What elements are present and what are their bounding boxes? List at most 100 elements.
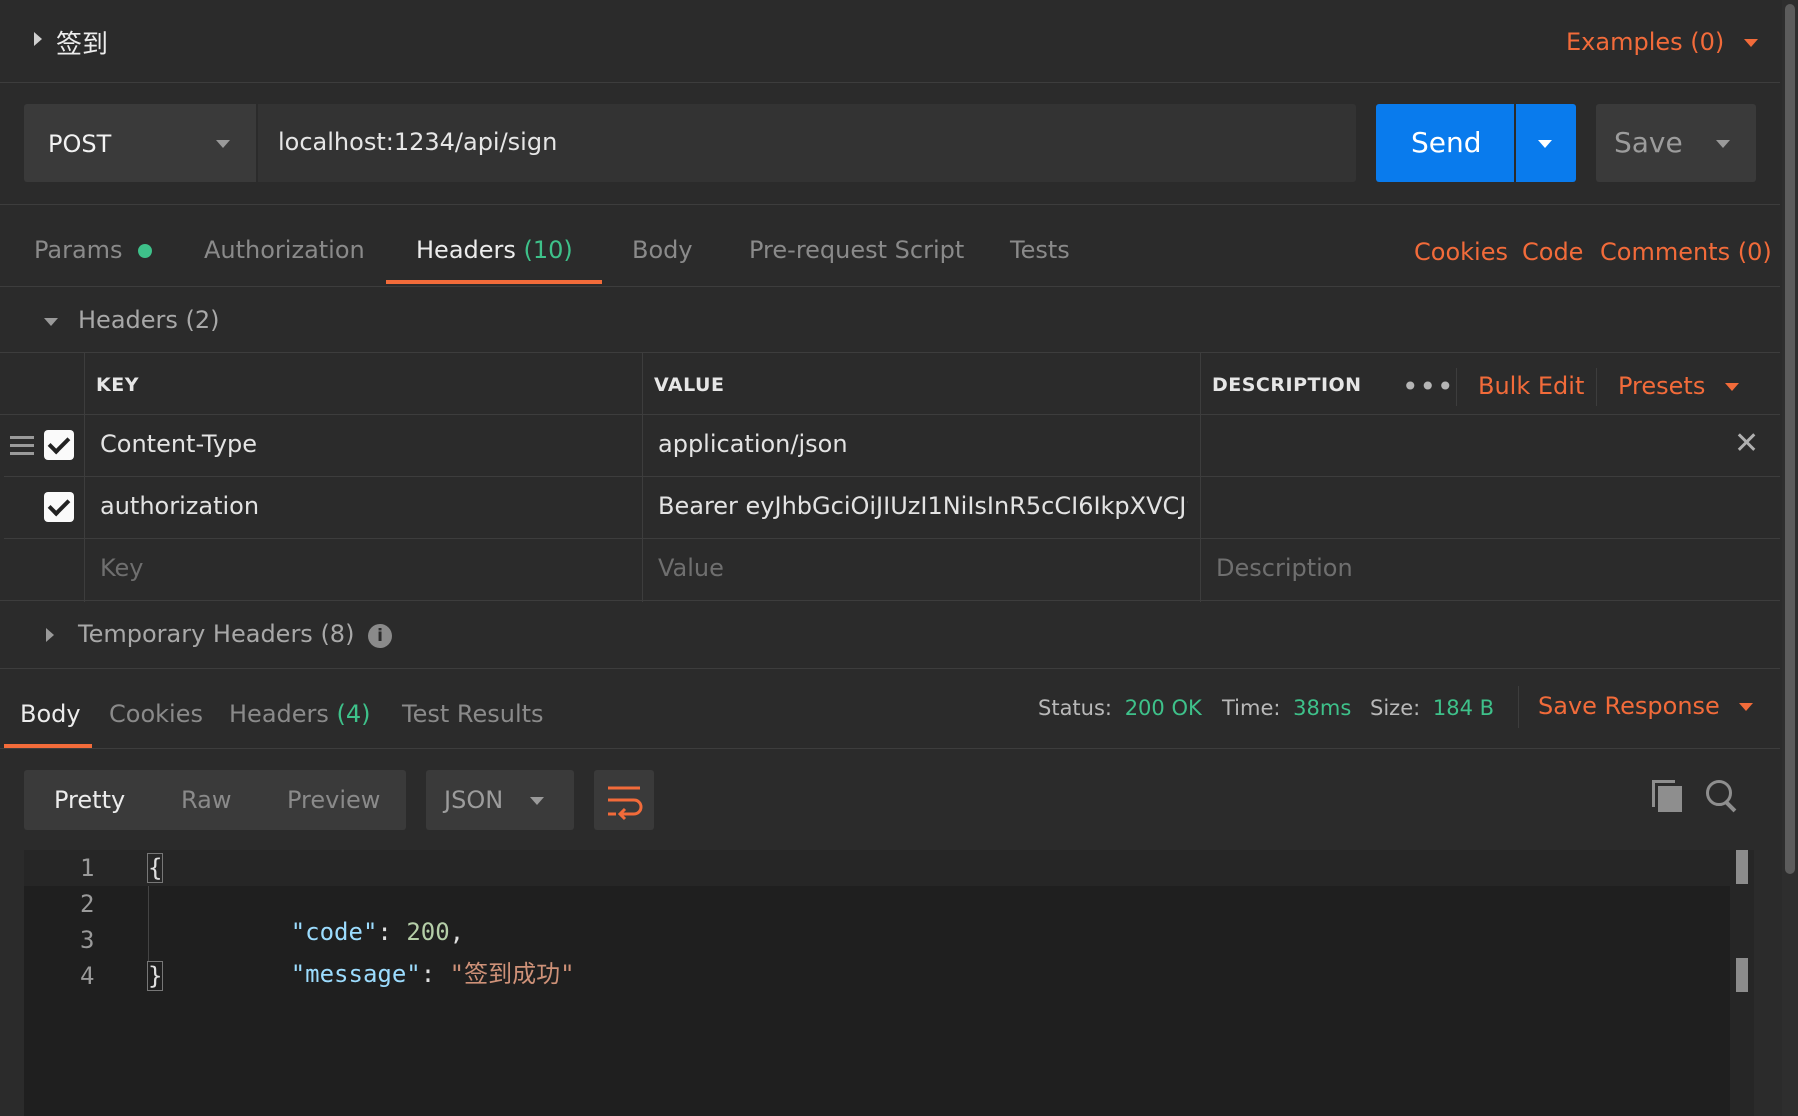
size-value: 184 B — [1432, 696, 1495, 720]
method-label: POST — [48, 130, 112, 158]
presets-button[interactable]: Presets — [1618, 372, 1739, 400]
column-header-description: DESCRIPTION — [1212, 374, 1362, 396]
time-label: Time: — [1222, 696, 1281, 720]
json-value-message: "签到成功" — [449, 960, 575, 988]
view-mode-raw[interactable]: Raw — [181, 786, 231, 814]
active-tab-indicator — [386, 280, 602, 284]
tab-headers-count: (10) — [523, 236, 573, 264]
format-label: JSON — [444, 786, 504, 814]
header-row-checkbox[interactable] — [44, 430, 74, 460]
view-mode-group: Pretty Raw Preview — [24, 770, 406, 830]
tab-pre-request-script[interactable]: Pre-request Script — [749, 236, 964, 264]
column-header-key: KEY — [96, 374, 139, 396]
examples-button[interactable]: Examples (0) — [1566, 28, 1758, 56]
headers-section-title[interactable]: Headers (2) — [78, 306, 220, 334]
more-options-icon[interactable]: ••• — [1402, 370, 1455, 403]
view-mode-preview[interactable]: Preview — [287, 786, 380, 814]
expand-temporary-headers-icon[interactable] — [46, 628, 54, 642]
temporary-headers-title[interactable]: Temporary Headers (8) — [78, 620, 354, 648]
scrollbar-marker — [1736, 850, 1748, 884]
presets-label: Presets — [1618, 372, 1706, 400]
bulk-edit-button[interactable]: Bulk Edit — [1478, 372, 1584, 400]
tab-authorization[interactable]: Authorization — [204, 236, 365, 264]
response-body-editor[interactable]: 1 2 3 4 { "code": 200, "message": "签到成功"… — [24, 850, 1754, 1116]
tab-params[interactable]: Params — [34, 236, 153, 264]
search-icon[interactable] — [1706, 780, 1740, 814]
code-link[interactable]: Code — [1522, 238, 1583, 266]
response-tab-test-results[interactable]: Test Results — [402, 700, 544, 728]
format-select[interactable]: JSON — [426, 770, 574, 830]
line-number: 4 — [80, 962, 95, 990]
time-value: 38ms — [1293, 696, 1352, 720]
status-value: 200 OK — [1124, 696, 1202, 720]
save-response-button[interactable]: Save Response — [1538, 692, 1754, 720]
wrap-lines-button[interactable] — [594, 770, 654, 830]
comments-link[interactable]: Comments (0) — [1600, 238, 1772, 266]
json-line-message: "message": "签到成功" — [290, 960, 575, 988]
save-label: Save — [1614, 126, 1683, 159]
request-name[interactable]: 签到 — [56, 24, 108, 61]
editor-scrollbar[interactable] — [1730, 850, 1754, 1116]
response-tab-headers-count: (4) — [336, 700, 371, 728]
line-number: 2 — [80, 890, 95, 918]
collapse-request-icon[interactable] — [34, 32, 42, 46]
status-label: Status: — [1038, 696, 1112, 720]
send-button[interactable]: Send — [1376, 104, 1514, 182]
send-dropdown-icon — [1538, 140, 1552, 148]
response-size: Size: 184 B — [1370, 696, 1494, 720]
presets-dropdown-icon — [1724, 383, 1739, 391]
new-header-value-input[interactable]: Value — [658, 554, 724, 582]
json-key-message: "message" — [290, 960, 421, 988]
header-value[interactable]: Bearer eyJhbGciOiJIUzI1NiIsInR5cCI6IkpXV… — [658, 492, 1188, 520]
response-tab-headers[interactable]: Headers (4) — [229, 700, 371, 728]
json-open-brace: { — [146, 853, 164, 883]
response-tab-cookies[interactable]: Cookies — [109, 700, 203, 728]
collapse-headers-icon[interactable] — [44, 318, 58, 326]
new-header-key-input[interactable]: Key — [100, 554, 144, 582]
save-dropdown-icon — [1716, 140, 1730, 148]
format-dropdown-icon — [530, 797, 544, 805]
window-scrollbar-thumb[interactable] — [1785, 4, 1795, 874]
copy-icon[interactable] — [1652, 780, 1684, 812]
line-number: 1 — [80, 854, 95, 882]
response-status: Status: 200 OK — [1038, 696, 1202, 720]
tab-tests[interactable]: Tests — [1010, 236, 1070, 264]
indent-guide — [148, 886, 149, 962]
line-number: 3 — [80, 926, 95, 954]
header-value[interactable]: application/json — [658, 430, 1188, 458]
delete-row-icon[interactable]: ✕ — [1734, 426, 1759, 461]
view-mode-pretty[interactable]: Pretty — [54, 786, 125, 814]
drag-handle-icon[interactable] — [10, 436, 34, 455]
json-close-brace: } — [146, 961, 164, 991]
tab-body[interactable]: Body — [632, 236, 693, 264]
method-select[interactable]: POST — [24, 104, 256, 182]
tab-headers[interactable]: Headers (10) — [416, 236, 573, 264]
send-label: Send — [1411, 126, 1482, 159]
send-options-button[interactable] — [1516, 104, 1576, 182]
params-active-dot — [138, 244, 153, 258]
url-input[interactable]: localhost:1234/api/sign — [258, 104, 1356, 182]
examples-label: Examples (0) — [1566, 28, 1725, 56]
method-dropdown-icon — [216, 140, 230, 148]
column-header-value: VALUE — [654, 374, 725, 396]
wrap-lines-icon — [608, 786, 643, 821]
header-key[interactable]: authorization — [100, 492, 630, 520]
save-response-label: Save Response — [1538, 692, 1720, 720]
window-scrollbar[interactable] — [1782, 0, 1798, 1116]
response-tab-headers-label: Headers — [229, 700, 329, 728]
header-key[interactable]: Content-Type — [100, 430, 630, 458]
header-row-checkbox[interactable] — [44, 492, 74, 522]
save-button[interactable]: Save — [1596, 104, 1756, 182]
new-header-description-input[interactable]: Description — [1216, 554, 1353, 582]
tab-headers-label: Headers — [416, 236, 516, 264]
tab-params-label: Params — [34, 236, 123, 264]
scrollbar-marker — [1736, 958, 1748, 992]
cookies-link[interactable]: Cookies — [1414, 238, 1508, 266]
save-response-dropdown-icon — [1739, 703, 1754, 711]
info-icon[interactable]: i — [368, 624, 392, 648]
size-label: Size: — [1370, 696, 1421, 720]
response-tab-body[interactable]: Body — [20, 700, 81, 728]
examples-dropdown-icon — [1743, 39, 1758, 47]
url-value: localhost:1234/api/sign — [278, 128, 558, 156]
active-line-highlight — [24, 850, 1730, 886]
